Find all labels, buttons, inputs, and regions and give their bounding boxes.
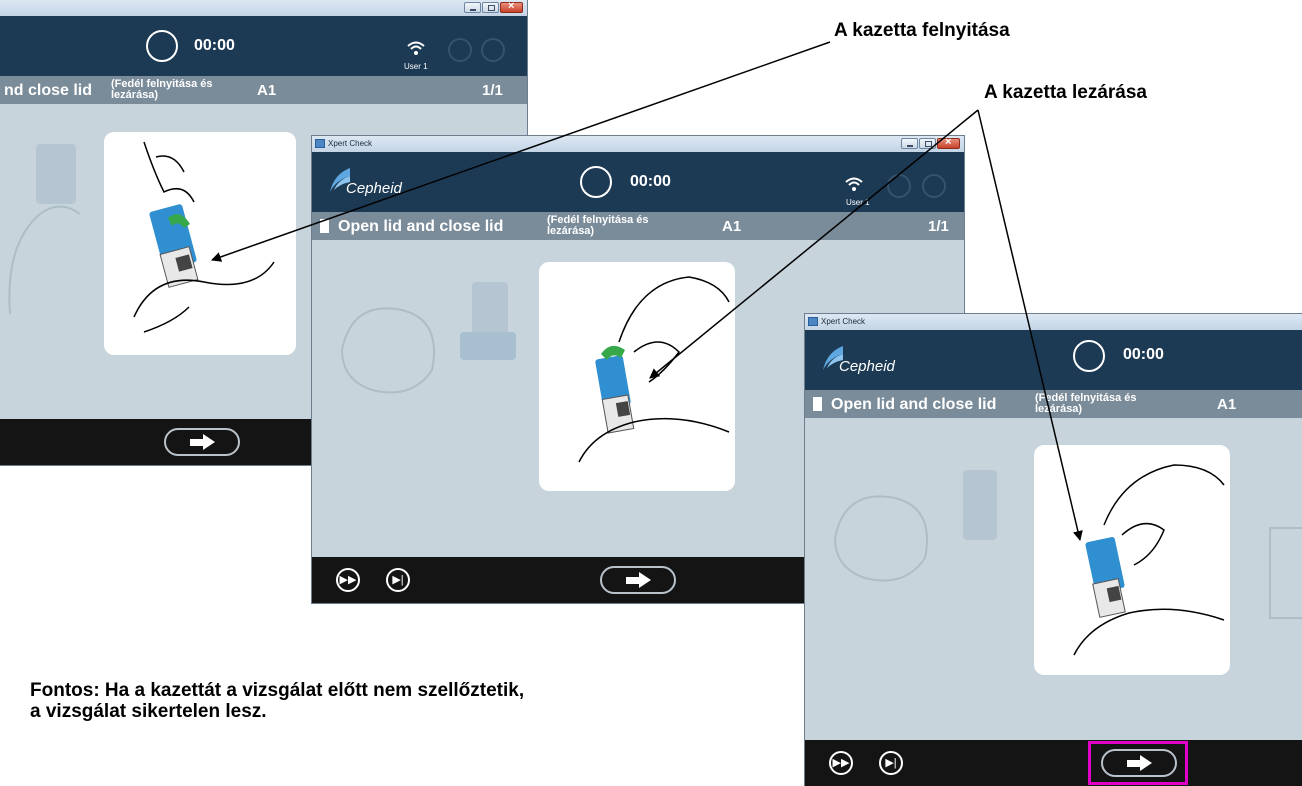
arrow-close-cartridge-middle (649, 109, 979, 379)
note-line-2: a vizsgálat sikertelen lesz. (30, 701, 267, 722)
arrow-open-cartridge (211, 41, 831, 262)
arrow-close-cartridge-front (977, 109, 1083, 541)
important-note: Fontos: Ha a kazettát a vizsgálat előtt … (30, 680, 790, 722)
note-line-1: Fontos: Ha a kazettát a vizsgálat előtt … (30, 680, 525, 701)
callout-arrows (211, 41, 1083, 541)
